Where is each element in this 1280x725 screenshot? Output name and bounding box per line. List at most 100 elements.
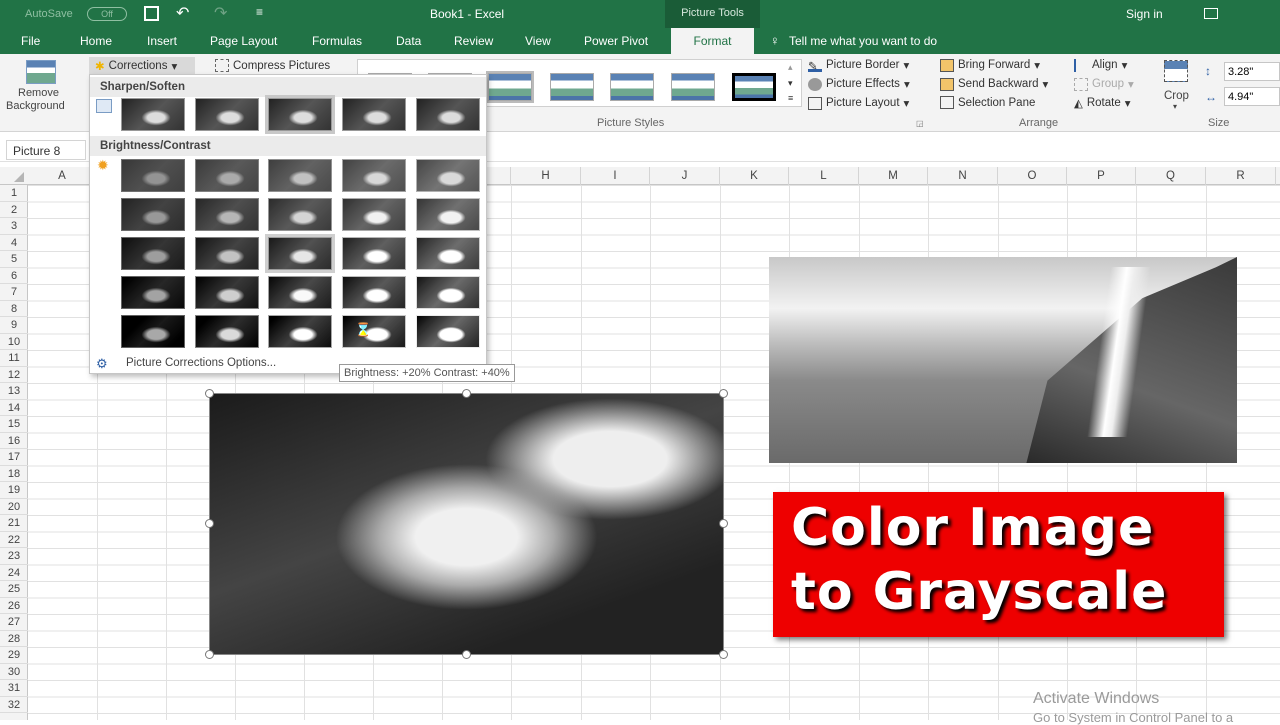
tab-view[interactable]: View [525, 34, 551, 48]
brightness-contrast-thumbnail[interactable] [416, 159, 480, 192]
brightness-contrast-thumbnail[interactable] [195, 237, 259, 270]
row-header[interactable]: 3 [0, 218, 28, 235]
goose-picture-selected[interactable] [209, 393, 724, 655]
picture-effects-button[interactable]: Picture Effects ▾ [808, 77, 910, 91]
height-input[interactable] [1224, 62, 1280, 81]
sharpen-thumbnail[interactable] [195, 98, 259, 131]
row-header[interactable]: 4 [0, 235, 28, 251]
sign-in-link[interactable]: Sign in [1126, 7, 1163, 21]
bring-forward-button[interactable]: Bring Forward ▾ [940, 58, 1040, 72]
selection-pane-button[interactable]: Selection Pane [940, 96, 1035, 109]
brightness-contrast-thumbnail[interactable] [121, 237, 185, 270]
compress-pictures-button[interactable]: Compress Pictures [215, 59, 330, 72]
width-input[interactable] [1224, 87, 1280, 106]
picture-layout-button[interactable]: Picture Layout ▾ [808, 96, 909, 110]
resize-handle[interactable] [205, 519, 214, 528]
title-banner[interactable]: Color Image to Grayscale [773, 492, 1224, 637]
resize-handle[interactable] [462, 650, 471, 659]
brightness-contrast-thumbnail[interactable] [342, 237, 406, 270]
resize-handle[interactable] [719, 389, 728, 398]
redo-icon[interactable]: ↷ [214, 3, 227, 23]
row-header[interactable]: 7 [0, 284, 28, 301]
row-header[interactable]: 17 [0, 449, 28, 466]
row-header[interactable]: 31 [0, 680, 28, 697]
row-header[interactable]: 9 [0, 317, 28, 334]
tab-page-layout[interactable]: Page Layout [210, 34, 277, 48]
remove-background-button[interactable]: Remove Background [6, 54, 78, 114]
brightness-contrast-thumbnail[interactable] [195, 315, 259, 348]
row-header[interactable]: 5 [0, 251, 28, 268]
row-header[interactable]: 25 [0, 581, 28, 598]
row-header[interactable]: 15 [0, 416, 28, 433]
style-thumb[interactable] [671, 73, 715, 101]
col-header[interactable]: J [650, 167, 720, 185]
row-header[interactable]: 12 [0, 367, 28, 383]
row-header[interactable]: 23 [0, 548, 28, 565]
resize-handle[interactable] [719, 519, 728, 528]
ribbon-display-options-icon[interactable] [1204, 8, 1218, 19]
corrections-button[interactable]: ✱ Corrections ▾ [89, 57, 195, 75]
gallery-up-icon[interactable]: ▴ [788, 62, 793, 73]
send-backward-button[interactable]: Send Backward ▾ [940, 77, 1048, 91]
row-header[interactable]: 16 [0, 433, 28, 449]
brightness-contrast-thumbnail[interactable] [342, 159, 406, 192]
row-header[interactable]: 26 [0, 598, 28, 614]
brightness-contrast-thumbnail[interactable] [121, 315, 185, 348]
row-header[interactable]: 18 [0, 466, 28, 482]
row-header[interactable]: 21 [0, 515, 28, 532]
brightness-contrast-thumbnail[interactable] [416, 198, 480, 231]
brightness-contrast-thumbnail[interactable] [195, 159, 259, 192]
style-thumb[interactable] [732, 73, 776, 101]
tab-formulas[interactable]: Formulas [312, 34, 362, 48]
picture-border-button[interactable]: ✎ Picture Border ▾ [808, 58, 909, 73]
undo-icon[interactable]: ↶ [176, 3, 189, 23]
style-thumb[interactable] [550, 73, 594, 101]
rotate-button[interactable]: ◭ Rotate ▾ [1074, 96, 1131, 110]
brightness-contrast-thumbnail[interactable] [121, 198, 185, 231]
style-thumb[interactable] [486, 71, 534, 103]
col-header[interactable]: O [998, 167, 1067, 185]
resize-handle[interactable] [462, 389, 471, 398]
crop-button[interactable]: Crop ▾ [1160, 58, 1196, 116]
col-header[interactable]: Q [1136, 167, 1206, 185]
align-button[interactable]: Align ▾ [1074, 58, 1127, 72]
brightness-contrast-thumbnail[interactable] [342, 198, 406, 231]
col-header[interactable]: K [720, 167, 789, 185]
brightness-contrast-thumbnail[interactable] [416, 237, 480, 270]
row-header[interactable]: 32 [0, 697, 28, 713]
row-header[interactable]: 8 [0, 301, 28, 317]
resize-handle[interactable] [205, 389, 214, 398]
row-header[interactable]: 28 [0, 631, 28, 647]
sharpen-thumbnail[interactable] [265, 95, 335, 134]
brightness-contrast-thumbnail[interactable] [416, 315, 480, 348]
row-header[interactable]: 2 [0, 202, 28, 218]
tab-format[interactable]: Format [671, 28, 754, 54]
col-header[interactable]: N [928, 167, 998, 185]
row-header[interactable]: 29 [0, 647, 28, 664]
brightness-contrast-thumbnail[interactable] [268, 159, 332, 192]
col-header[interactable]: R [1206, 167, 1276, 185]
sharpen-thumbnail[interactable] [121, 98, 185, 131]
sharpen-thumbnail[interactable] [342, 98, 406, 131]
brightness-contrast-thumbnail[interactable] [268, 198, 332, 231]
col-header[interactable]: M [859, 167, 928, 185]
group-button[interactable]: Group ▾ [1074, 77, 1134, 91]
col-header[interactable]: I [581, 167, 650, 185]
resize-handle[interactable] [719, 650, 728, 659]
row-header[interactable]: 30 [0, 664, 28, 680]
tab-data[interactable]: Data [396, 34, 421, 48]
row-header[interactable]: 22 [0, 532, 28, 548]
tab-insert[interactable]: Insert [147, 34, 177, 48]
name-box[interactable]: Picture 8 [6, 140, 86, 160]
tab-review[interactable]: Review [454, 34, 493, 48]
tell-me-search[interactable]: Tell me what you want to do [789, 34, 937, 48]
resize-handle[interactable] [205, 650, 214, 659]
row-header[interactable]: 20 [0, 499, 28, 515]
row-header[interactable]: 11 [0, 350, 28, 367]
autosave-toggle[interactable]: Off [87, 7, 127, 21]
save-icon[interactable] [144, 6, 159, 21]
row-header[interactable]: 27 [0, 614, 28, 631]
row-header[interactable]: 13 [0, 383, 28, 400]
waterfall-picture[interactable] [769, 257, 1237, 463]
col-header[interactable]: P [1067, 167, 1136, 185]
